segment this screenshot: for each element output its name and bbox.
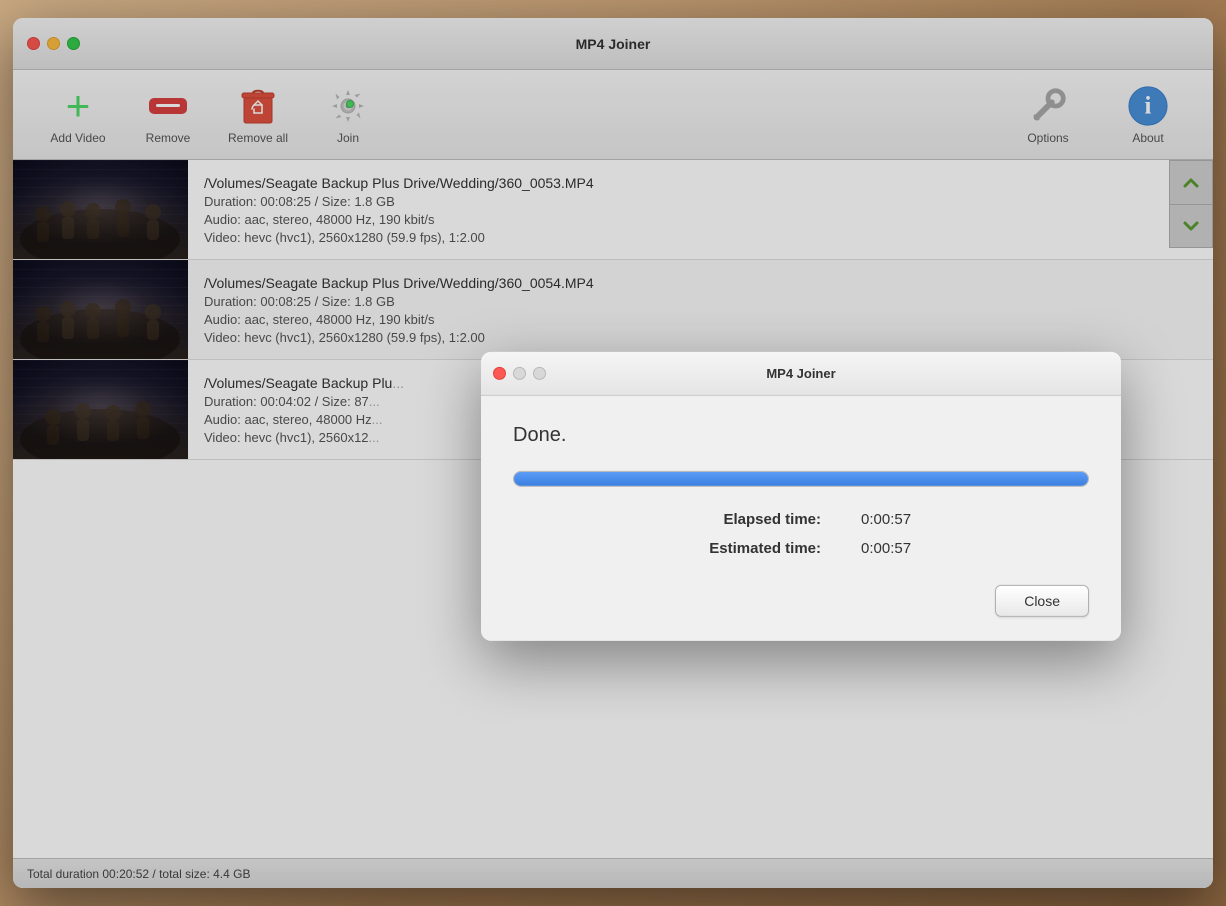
progress-bar-fill bbox=[514, 472, 1088, 486]
estimated-time-row: Estimated time: 0:00:57 bbox=[513, 540, 1089, 557]
progress-bar-container bbox=[513, 471, 1089, 487]
main-window: MP4 Joiner + Add Video Remove bbox=[13, 18, 1213, 888]
modal-overlay: MP4 Joiner Done. Elapsed time: 0:00:57 E… bbox=[13, 18, 1213, 888]
dialog-traffic-lights bbox=[493, 367, 546, 380]
elapsed-time-row: Elapsed time: 0:00:57 bbox=[513, 511, 1089, 528]
estimated-value: 0:00:57 bbox=[861, 540, 941, 557]
elapsed-value: 0:00:57 bbox=[861, 511, 941, 528]
dialog-minimize-button[interactable] bbox=[513, 367, 526, 380]
dialog-close-button[interactable] bbox=[493, 367, 506, 380]
elapsed-label: Elapsed time: bbox=[661, 511, 821, 528]
dialog-footer: Close bbox=[481, 585, 1121, 641]
dialog-maximize-button[interactable] bbox=[533, 367, 546, 380]
done-text: Done. bbox=[513, 424, 1089, 447]
estimated-label: Estimated time: bbox=[661, 540, 821, 557]
dialog-title: MP4 Joiner bbox=[766, 366, 835, 381]
dialog-times: Elapsed time: 0:00:57 Estimated time: 0:… bbox=[513, 511, 1089, 557]
close-button[interactable]: Close bbox=[995, 585, 1089, 617]
dialog-titlebar: MP4 Joiner bbox=[481, 352, 1121, 396]
dialog-body: Done. Elapsed time: 0:00:57 Estimated ti… bbox=[481, 396, 1121, 585]
dialog: MP4 Joiner Done. Elapsed time: 0:00:57 E… bbox=[481, 352, 1121, 641]
